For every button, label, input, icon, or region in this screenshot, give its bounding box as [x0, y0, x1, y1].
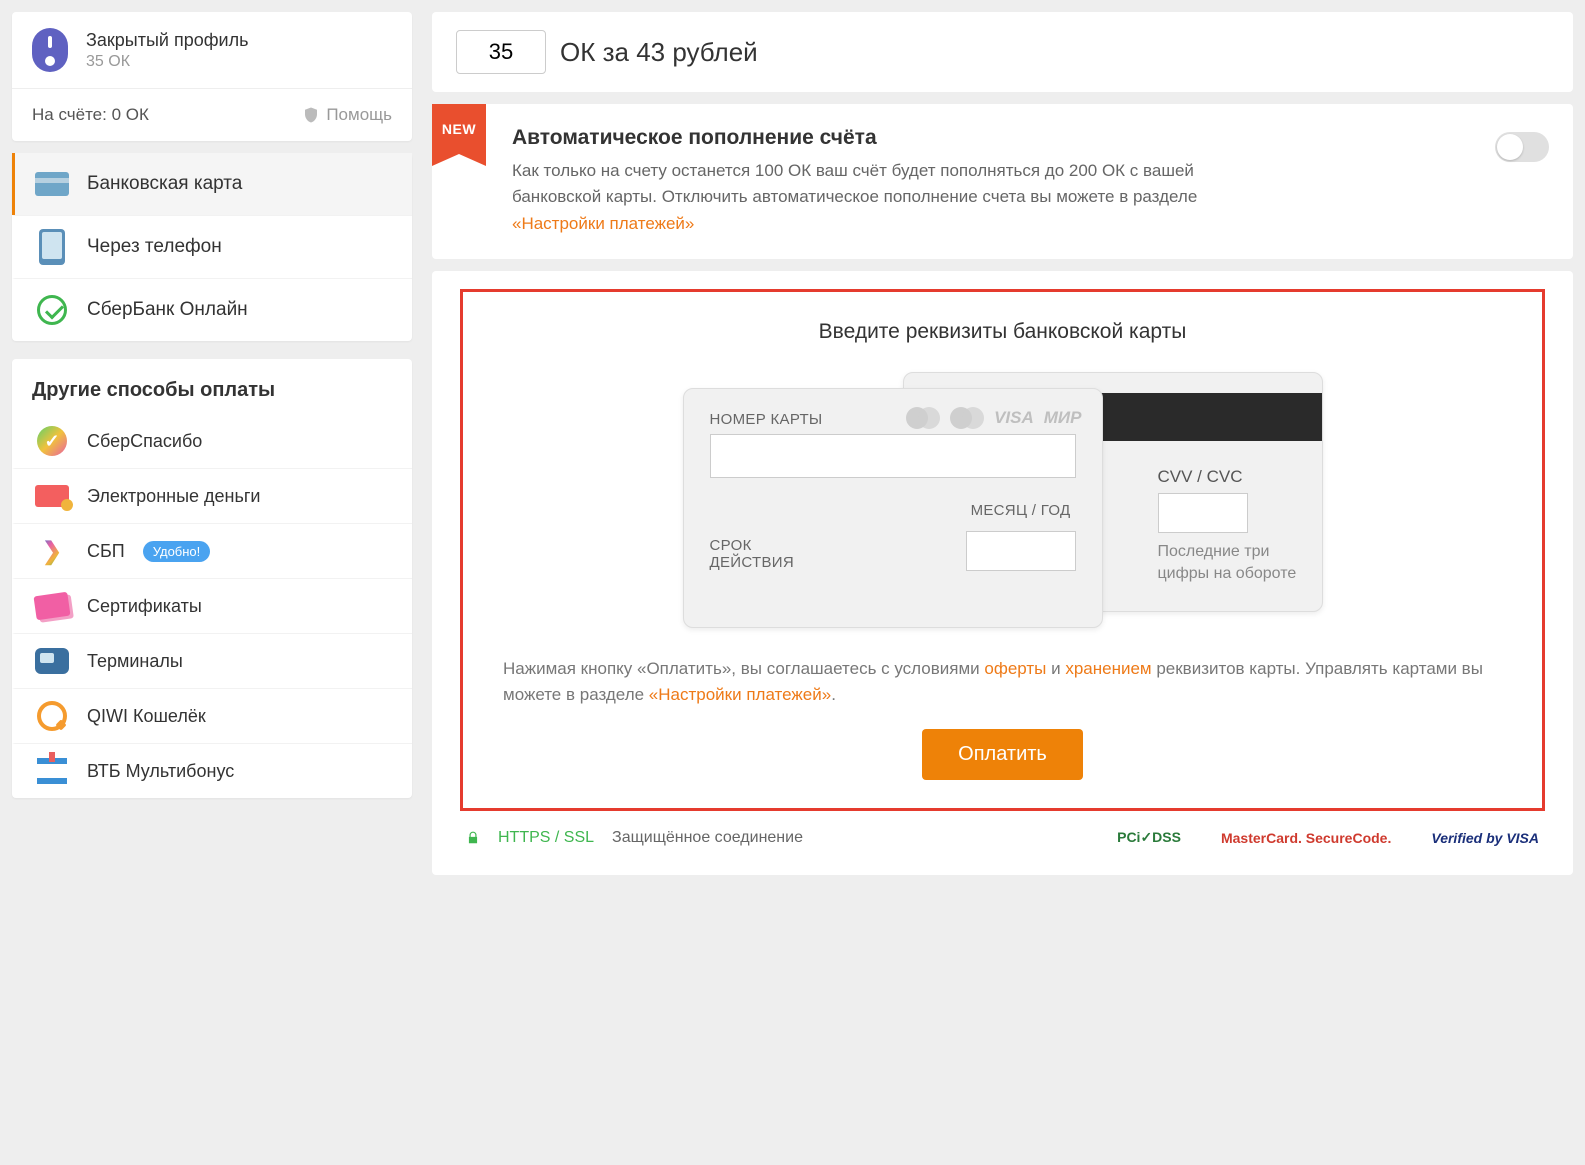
gift-icon: [37, 758, 67, 784]
amount-row: ОК за 43 рублей: [432, 12, 1573, 92]
expiry-label-2: ДЕЙСТВИЯ: [710, 554, 794, 571]
auto-refill-block: NEW Автоматическое пополнение счёта Как …: [432, 104, 1573, 259]
other-methods-title: Другие способы оплаты: [12, 359, 412, 414]
method-terminals[interactable]: Терминалы: [12, 633, 412, 688]
visa-logo: VISA: [994, 408, 1034, 428]
pay-button[interactable]: Оплатить: [922, 729, 1083, 780]
profile-block: Закрытый профиль 35 ОК: [12, 12, 412, 88]
mastercard-securecode-logo: MasterCard. SecureCode.: [1221, 830, 1391, 846]
profile-balance-sub: 35 ОК: [86, 53, 248, 71]
auto-refill-toggle[interactable]: [1495, 132, 1549, 162]
sbp-badge: Удобно!: [143, 541, 211, 562]
card-icon: [35, 172, 69, 196]
payment-settings-link[interactable]: «Настройки платежей»: [512, 214, 694, 233]
sber-icon: [37, 295, 67, 325]
offer-link[interactable]: оферты: [984, 659, 1046, 678]
card-front: VISA МИР НОМЕР КАРТЫ СРОК ДЕЙСТВИЯ МЕСЯЦ…: [683, 388, 1103, 628]
new-ribbon: NEW: [432, 104, 486, 154]
ok-price-label: ОК за 43 рублей: [560, 37, 758, 68]
terminal-icon: [35, 648, 69, 674]
card-number-input[interactable]: [710, 434, 1076, 478]
method-sbp[interactable]: ❯ СБП Удобно!: [12, 523, 412, 578]
method-phone[interactable]: Через телефон: [12, 215, 412, 278]
shield-icon: [302, 106, 320, 124]
qiwi-icon: [37, 701, 67, 731]
card-form-title: Введите реквизиты банковской карты: [503, 320, 1502, 344]
agreement-text: Нажимая кнопку «Оплатить», вы соглашаете…: [503, 656, 1502, 709]
method-qiwi[interactable]: QIWI Кошелёк: [12, 688, 412, 743]
cvv-label: CVV / CVC: [1158, 467, 1298, 487]
expiry-input[interactable]: [966, 531, 1076, 571]
method-bank-card[interactable]: Банковская карта: [12, 153, 412, 215]
pci-dss-logo: PCi✓DSS: [1117, 829, 1181, 846]
auto-refill-title: Автоматическое пополнение счёта: [512, 126, 1545, 150]
method-sberspasibo[interactable]: СберСпасибо: [12, 414, 412, 468]
phone-icon: [39, 229, 65, 265]
auto-refill-desc: Как только на счету останется 100 ОК ваш…: [512, 158, 1212, 237]
card-brand-logos: VISA МИР: [906, 407, 1081, 429]
card-form-frame: Введите реквизиты банковской карты CVV /…: [460, 289, 1545, 811]
method-certificates[interactable]: Сертификаты: [12, 578, 412, 633]
method-sberbank-online[interactable]: СберБанк Онлайн: [12, 278, 412, 341]
cvv-hint: Последние три цифры на обороте: [1158, 541, 1298, 584]
month-year-label: МЕСЯЦ / ГОД: [966, 502, 1076, 519]
profile-name: Закрытый профиль: [86, 30, 248, 51]
method-emoney[interactable]: Электронные деньги: [12, 468, 412, 523]
wallet-icon: [35, 485, 69, 507]
expiry-label-1: СРОК: [710, 537, 794, 554]
sbp-icon: ❯: [42, 537, 62, 566]
secure-connection-label: Защищённое соединение: [612, 829, 803, 847]
certificate-icon: [33, 592, 70, 620]
payment-settings-link-2[interactable]: «Настройки платежей»: [649, 685, 831, 704]
sberspasibo-icon: [37, 426, 67, 456]
mir-logo: МИР: [1044, 408, 1082, 428]
help-link[interactable]: Помощь: [302, 105, 392, 125]
verified-by-visa-logo: Verified by VISA: [1431, 830, 1539, 846]
cvv-input[interactable]: [1158, 493, 1248, 533]
storage-link[interactable]: хранением: [1065, 659, 1151, 678]
https-label: HTTPS / SSL: [498, 829, 594, 847]
method-vtb[interactable]: ВТБ Мультибонус: [12, 743, 412, 798]
mastercard-icon: [906, 407, 940, 429]
lock-icon: [466, 829, 480, 847]
maestro-icon: [950, 407, 984, 429]
ok-amount-input[interactable]: [456, 30, 546, 74]
security-row: HTTPS / SSL Защищённое соединение PCi✓DS…: [460, 811, 1545, 851]
profile-icon: [32, 28, 68, 72]
account-balance: На счёте: 0 ОК: [32, 105, 149, 125]
